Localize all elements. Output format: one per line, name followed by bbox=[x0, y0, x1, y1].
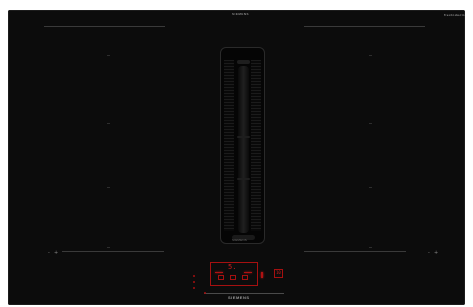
minus-icon[interactable]: - bbox=[428, 251, 430, 256]
power-bar-left bbox=[215, 272, 223, 273]
sensor-button[interactable] bbox=[230, 275, 236, 280]
power-level-display: 5. bbox=[228, 263, 237, 271]
zone-select-indicator[interactable] bbox=[193, 287, 195, 289]
zone-top-right-line bbox=[304, 26, 425, 27]
minus-icon[interactable]: - bbox=[48, 251, 50, 256]
vent-grille-left bbox=[224, 60, 234, 231]
power-slider-track[interactable] bbox=[204, 293, 284, 294]
zone-marker bbox=[107, 247, 110, 248]
zone-top-left-line bbox=[44, 26, 165, 27]
zone-marker bbox=[107, 123, 110, 124]
downdraft-vent[interactable] bbox=[220, 47, 265, 244]
vent-center-bar bbox=[238, 66, 249, 233]
zone-select-indicator[interactable] bbox=[193, 281, 195, 283]
zone-marker bbox=[107, 55, 110, 56]
power-slider-level bbox=[204, 292, 206, 294]
power-boost-indicator bbox=[261, 272, 263, 278]
sensor-button[interactable] bbox=[242, 275, 248, 280]
plus-icon[interactable]: + bbox=[434, 251, 438, 256]
zone-marker bbox=[369, 55, 372, 56]
top-center-label: SIEMENS bbox=[232, 12, 250, 16]
vent-handle-mid bbox=[237, 178, 250, 180]
zone-marker bbox=[107, 187, 110, 188]
zone-bottom-right-line bbox=[304, 251, 406, 252]
induction-hob: SIEMENS flexInduction SIEMENS - + - + 5.… bbox=[8, 10, 465, 305]
power-bar-right bbox=[244, 272, 252, 273]
brand-logo-bottom: SIEMENS bbox=[228, 295, 250, 300]
sensor-button[interactable] bbox=[218, 275, 224, 280]
brand-logo-top-right: flexInduction bbox=[444, 13, 465, 17]
vent-handle-mid bbox=[237, 136, 250, 138]
timer-display: 10 bbox=[276, 270, 281, 275]
zone-marker bbox=[369, 247, 372, 248]
zone-marker bbox=[369, 187, 372, 188]
vent-label: SIEMENS bbox=[232, 238, 247, 242]
plus-icon[interactable]: + bbox=[54, 251, 58, 256]
zone-marker bbox=[369, 123, 372, 124]
zone-select-indicator[interactable] bbox=[193, 275, 195, 277]
zone-bottom-left-line bbox=[62, 251, 164, 252]
vent-handle-top[interactable] bbox=[237, 60, 250, 64]
vent-grille-right bbox=[251, 60, 261, 231]
